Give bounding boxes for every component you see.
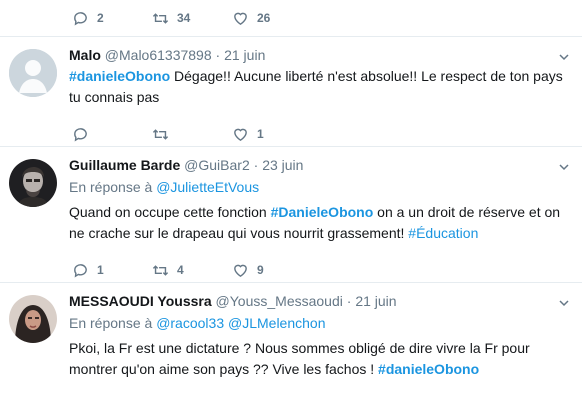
like-button[interactable]: 9 <box>232 262 312 279</box>
tweet-text: Quand on occupe cette fonction #DanieleO… <box>69 202 570 244</box>
hashtag-link[interactable]: #danieleObono <box>378 361 479 377</box>
separator-dot: · <box>215 47 221 63</box>
display-name[interactable]: Guillaume Barde <box>69 157 180 173</box>
tweet-text-part: Quand on occupe cette fonction <box>69 204 271 220</box>
chevron-down-icon[interactable] <box>558 51 570 63</box>
retweet-button[interactable] <box>152 126 232 143</box>
like-count: 9 <box>257 263 264 277</box>
user-handle[interactable]: @Youss_Messaoudi <box>216 293 343 309</box>
like-button[interactable]: 1 <box>232 126 312 143</box>
display-name[interactable]: MESSAOUDI Youssra <box>69 293 212 309</box>
user-handle[interactable]: @GuiBar2 <box>184 157 250 173</box>
heart-icon <box>234 128 247 141</box>
tweet[interactable]: Malo @Malo61337898 · 21 juin #danieleObo… <box>0 36 582 146</box>
retweet-icon <box>152 264 169 276</box>
hashtag-link[interactable]: #DanieleObono <box>271 204 374 220</box>
like-count: 26 <box>257 11 271 25</box>
like-count: 1 <box>257 127 264 141</box>
reply-count: 1 <box>97 263 104 277</box>
top-action-bar: 2 34 26 <box>72 8 312 28</box>
avatar[interactable] <box>9 295 57 343</box>
reply-icon <box>74 263 87 278</box>
reply-context: En réponse à @JulietteEtVous <box>69 178 570 196</box>
reply-button[interactable]: 1 <box>72 262 152 279</box>
tweet-header: Guillaume Barde @GuiBar2 · 23 juin <box>69 156 570 174</box>
reply-icon <box>74 127 87 142</box>
reply-prefix: En réponse à <box>69 179 153 195</box>
heart-icon <box>234 12 247 25</box>
retweet-count: 34 <box>177 11 191 25</box>
chevron-down-icon[interactable] <box>558 297 570 309</box>
mention-link[interactable]: @racool33 <box>156 315 224 331</box>
user-photo-icon <box>9 159 57 207</box>
retweet-button[interactable]: 34 <box>152 10 232 27</box>
retweet-icon <box>152 128 169 140</box>
reply-context: En réponse à @racool33 @JLMelenchon <box>69 314 570 332</box>
retweet-count: 4 <box>177 263 184 277</box>
separator-dot: · <box>253 157 259 173</box>
display-name[interactable]: Malo <box>69 47 101 63</box>
tweet-header: MESSAOUDI Youssra @Youss_Messaoudi · 21 … <box>69 292 570 310</box>
retweet-icon <box>152 12 169 24</box>
heart-icon <box>234 264 247 277</box>
reply-icon <box>74 11 87 26</box>
mention-link[interactable]: @JulietteEtVous <box>156 179 259 195</box>
mention-link[interactable]: @JLMelenchon <box>228 315 326 331</box>
like-button[interactable]: 26 <box>232 10 312 27</box>
reply-count: 2 <box>97 11 104 25</box>
tweet-action-bar: 1 4 9 <box>72 260 570 280</box>
user-photo-icon <box>9 295 57 343</box>
separator-dot: · <box>346 293 352 309</box>
chevron-down-icon[interactable] <box>558 161 570 173</box>
avatar[interactable] <box>9 159 57 207</box>
retweet-button[interactable]: 4 <box>152 262 232 279</box>
default-avatar-icon <box>9 49 57 97</box>
tweet-text: Pkoi, la Fr est une dictature ? Nous som… <box>69 338 570 380</box>
tweet[interactable]: Guillaume Barde @GuiBar2 · 23 juin En ré… <box>0 146 582 282</box>
user-handle[interactable]: @Malo61337898 <box>105 47 212 63</box>
hashtag-link[interactable]: #Éducation <box>408 225 478 241</box>
tweet-date[interactable]: 21 juin <box>355 293 396 309</box>
tweet-header: Malo @Malo61337898 · 21 juin <box>69 46 570 64</box>
reply-button[interactable] <box>72 126 152 143</box>
reply-button[interactable]: 2 <box>72 10 152 27</box>
reply-prefix: En réponse à <box>69 315 153 331</box>
tweet[interactable]: MESSAOUDI Youssra @Youss_Messaoudi · 21 … <box>0 282 582 415</box>
hashtag-link[interactable]: #danieleObono <box>69 68 170 84</box>
tweet-date[interactable]: 23 juin <box>262 157 303 173</box>
tweet-text: #danieleObono Dégage!! Aucune liberté n'… <box>69 66 570 108</box>
tweet-action-bar: 1 <box>72 124 570 144</box>
tweet-date[interactable]: 21 juin <box>224 47 265 63</box>
avatar[interactable] <box>9 49 57 97</box>
